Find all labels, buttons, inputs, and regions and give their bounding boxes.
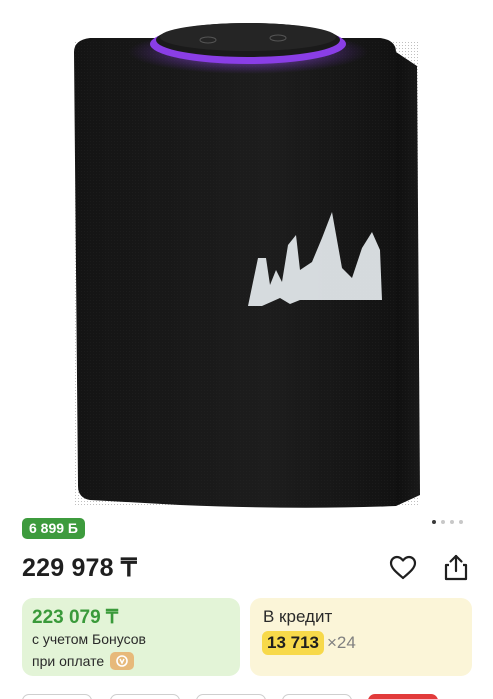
bonus-pay-icon — [110, 652, 135, 670]
bottom-option-button-4[interactable] — [282, 694, 352, 699]
bonus-payment-caption: при оплате — [32, 652, 135, 670]
credit-monthly-amount: 13 713 — [262, 631, 324, 655]
credit-card[interactable]: В кредит 13 713 ×24 — [250, 598, 472, 676]
bottom-option-button-2[interactable] — [110, 694, 180, 699]
bonus-payment-text: при оплате — [32, 653, 105, 669]
gallery-dot-4[interactable] — [459, 520, 463, 524]
bonus-price: 223 079 ₸ — [32, 607, 119, 628]
speaker-illustration — [74, 23, 420, 508]
bonus-price-card[interactable]: 223 079 ₸ с учетом Бонусов при оплате — [22, 598, 240, 676]
credit-title: В кредит — [263, 607, 333, 626]
gallery-dot-2[interactable] — [441, 520, 445, 524]
share-icon — [444, 554, 468, 581]
credit-months: ×24 — [327, 633, 356, 652]
product-image[interactable] — [0, 0, 493, 510]
bonus-caption: с учетом Бонусов — [32, 631, 146, 647]
favorite-button[interactable] — [388, 553, 418, 583]
bottom-red-button[interactable] — [368, 694, 438, 699]
bottom-buttons-edge — [0, 694, 493, 699]
gallery-dot-3[interactable] — [450, 520, 454, 524]
bottom-option-button-3[interactable] — [196, 694, 266, 699]
share-button[interactable] — [441, 553, 471, 583]
gallery-dot-1[interactable] — [432, 520, 436, 524]
bonus-badge: 6 899 Б — [22, 518, 85, 539]
credit-amount-row: 13 713 ×24 — [262, 631, 356, 655]
gallery-dots[interactable] — [432, 520, 463, 524]
heart-icon — [389, 555, 417, 580]
bottom-option-button-1[interactable] — [22, 694, 92, 699]
product-price: 229 978 ₸ — [22, 554, 138, 582]
